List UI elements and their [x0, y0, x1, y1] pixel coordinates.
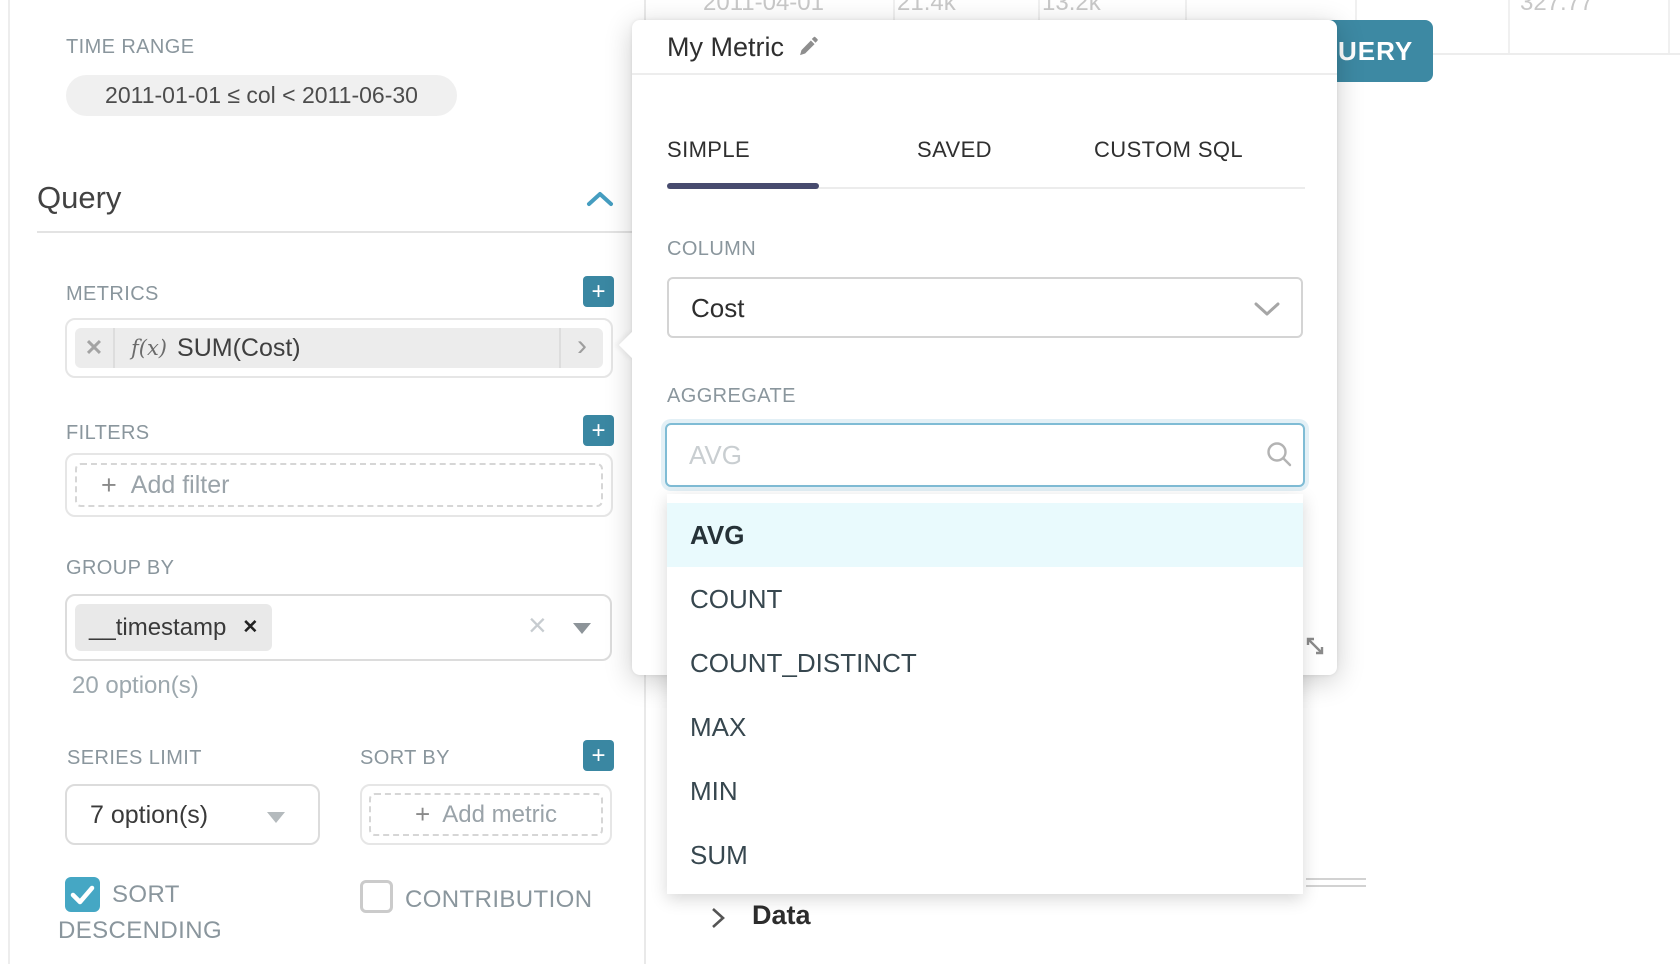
add-sort-metric-placeholder: Add metric	[442, 801, 557, 829]
aggregate-input[interactable]	[665, 423, 1305, 487]
column-select-value: Cost	[691, 293, 744, 324]
remove-metric-icon[interactable]: ✕	[75, 328, 115, 368]
plus-icon: +	[591, 744, 605, 768]
tab-simple[interactable]: SIMPLE	[667, 137, 750, 163]
section-divider	[37, 231, 638, 233]
add-filter-dropzone[interactable]: + Add filter	[75, 463, 603, 507]
add-filter-button[interactable]: +	[583, 415, 614, 446]
column-select[interactable]: Cost	[667, 277, 1303, 338]
add-filter-placeholder: Add filter	[131, 471, 230, 500]
explore-chart-builder: 2011-04-01 00:00:00 21.4k 13.2k 327.77 D…	[0, 0, 1680, 964]
caret-down-icon	[267, 812, 285, 823]
timestamp-tag: __timestamp ✕	[75, 604, 272, 651]
query-collapse-button[interactable]	[586, 190, 616, 212]
contribution-label: CONTRIBUTION	[405, 886, 592, 914]
filters-label: FILTERS	[66, 422, 150, 445]
filters-container: + Add filter	[65, 453, 613, 517]
plus-icon: +	[591, 419, 605, 443]
tab-saved[interactable]: SAVED	[917, 137, 992, 163]
table-column-border	[1668, 0, 1670, 53]
check-icon	[65, 899, 100, 916]
table-cell-value: 21.4k	[897, 0, 956, 18]
aggregate-option-avg[interactable]: AVG	[667, 503, 1303, 567]
popover-resize-handle-icon[interactable]	[1303, 634, 1327, 663]
edit-title-pencil-icon[interactable]	[798, 34, 821, 62]
chevron-down-icon	[1253, 301, 1281, 322]
series-limit-value: 7 option(s)	[90, 801, 208, 830]
plus-icon: +	[415, 799, 430, 830]
data-panel-title: Data	[752, 900, 811, 931]
plus-icon: +	[101, 470, 117, 501]
sort-descending-label-line2: DESCENDING	[58, 917, 222, 945]
table-column-border	[1508, 0, 1510, 53]
chevron-right-icon	[709, 906, 727, 935]
series-limit-select[interactable]: 7 option(s)	[65, 784, 320, 845]
aggregate-option-count[interactable]: COUNT	[667, 567, 1303, 631]
search-icon	[1265, 440, 1293, 473]
add-sort-metric-button[interactable]: +	[583, 740, 614, 771]
remove-tag-icon[interactable]: ✕	[242, 616, 258, 639]
group-by-select[interactable]: __timestamp ✕ ×	[65, 594, 612, 661]
data-panel-header[interactable]: Data	[709, 900, 1009, 936]
splitter-handle[interactable]	[1306, 878, 1366, 880]
aggregate-option-count-distinct[interactable]: COUNT_DISTINCT	[667, 631, 1303, 695]
panel-left-border	[8, 0, 10, 964]
popover-header-divider	[632, 73, 1337, 75]
fx-icon: f(x)	[131, 336, 167, 360]
chevron-right-icon: ›	[577, 331, 587, 361]
column-label: COLUMN	[667, 238, 756, 261]
popover-title: My Metric	[667, 32, 784, 63]
clear-select-icon[interactable]: ×	[528, 607, 547, 644]
table-cell-value: 13.2k	[1042, 0, 1101, 18]
chevron-up-icon	[586, 195, 614, 212]
active-tab-underline	[667, 183, 819, 189]
metric-pill-label: SUM(Cost)	[177, 334, 559, 363]
aggregate-option-sum[interactable]: SUM	[667, 823, 1303, 887]
metric-pill[interactable]: ✕ f(x) SUM(Cost) ›	[75, 328, 603, 368]
popover-title-row: My Metric	[667, 32, 821, 63]
add-sort-metric-dropzone[interactable]: + Add metric	[369, 793, 603, 836]
contribution-checkbox[interactable]	[360, 880, 393, 913]
aggregate-option-min[interactable]: MIN	[667, 759, 1303, 823]
table-cell-value: 327.77	[1520, 0, 1593, 18]
aggregate-option-max[interactable]: MAX	[667, 695, 1303, 759]
group-by-options-hint: 20 option(s)	[72, 672, 199, 700]
timestamp-tag-label: __timestamp	[89, 614, 226, 642]
sort-by-label: SORT BY	[360, 747, 450, 770]
time-range-label: TIME RANGE	[66, 36, 194, 59]
tab-custom-sql[interactable]: CUSTOM SQL	[1094, 137, 1243, 163]
time-range-pill[interactable]: 2011-01-01 ≤ col < 2011-06-30	[66, 75, 457, 116]
aggregate-label: AGGREGATE	[667, 385, 796, 408]
splitter-handle[interactable]	[1306, 885, 1366, 887]
sort-by-container: + Add metric	[360, 784, 612, 845]
caret-down-icon[interactable]	[573, 623, 591, 634]
sort-descending-label: SORT	[112, 881, 180, 909]
group-by-label: GROUP BY	[66, 557, 174, 580]
series-limit-label: SERIES LIMIT	[67, 747, 202, 770]
sort-descending-checkbox[interactable]	[65, 877, 100, 912]
plus-icon: +	[591, 280, 605, 304]
popover-arrow	[619, 331, 647, 359]
metric-expand-control[interactable]: ›	[559, 328, 603, 368]
aggregate-options-dropdown: AVG COUNT COUNT_DISTINCT MAX MIN SUM	[667, 494, 1303, 894]
metrics-label: METRICS	[66, 283, 159, 306]
metrics-container: ✕ f(x) SUM(Cost) ›	[65, 318, 613, 378]
add-metric-button[interactable]: +	[583, 276, 614, 307]
query-section-title: Query	[37, 180, 121, 216]
